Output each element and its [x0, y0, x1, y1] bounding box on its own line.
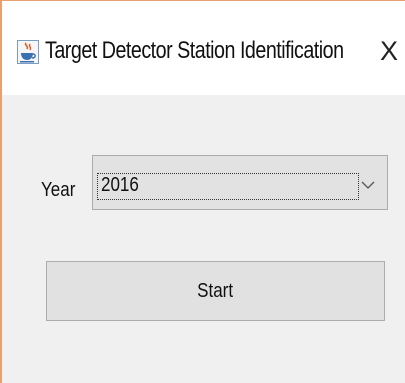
java-coffee-cup-icon: [17, 40, 39, 64]
content-panel: Year 2016 Start: [2, 95, 405, 383]
chevron-down-icon[interactable]: [361, 180, 375, 190]
close-button[interactable]: X: [380, 33, 405, 69]
app-window: Target Detector Station Identification X…: [0, 0, 405, 383]
year-select-value: 2016: [101, 174, 139, 196]
title-bar[interactable]: Target Detector Station Identification X: [2, 1, 405, 95]
window-title: Target Detector Station Identification: [45, 37, 344, 64]
year-label: Year: [41, 179, 76, 201]
start-button[interactable]: Start: [46, 261, 385, 321]
start-button-label: Start: [197, 279, 234, 302]
year-select[interactable]: 2016: [92, 155, 388, 210]
